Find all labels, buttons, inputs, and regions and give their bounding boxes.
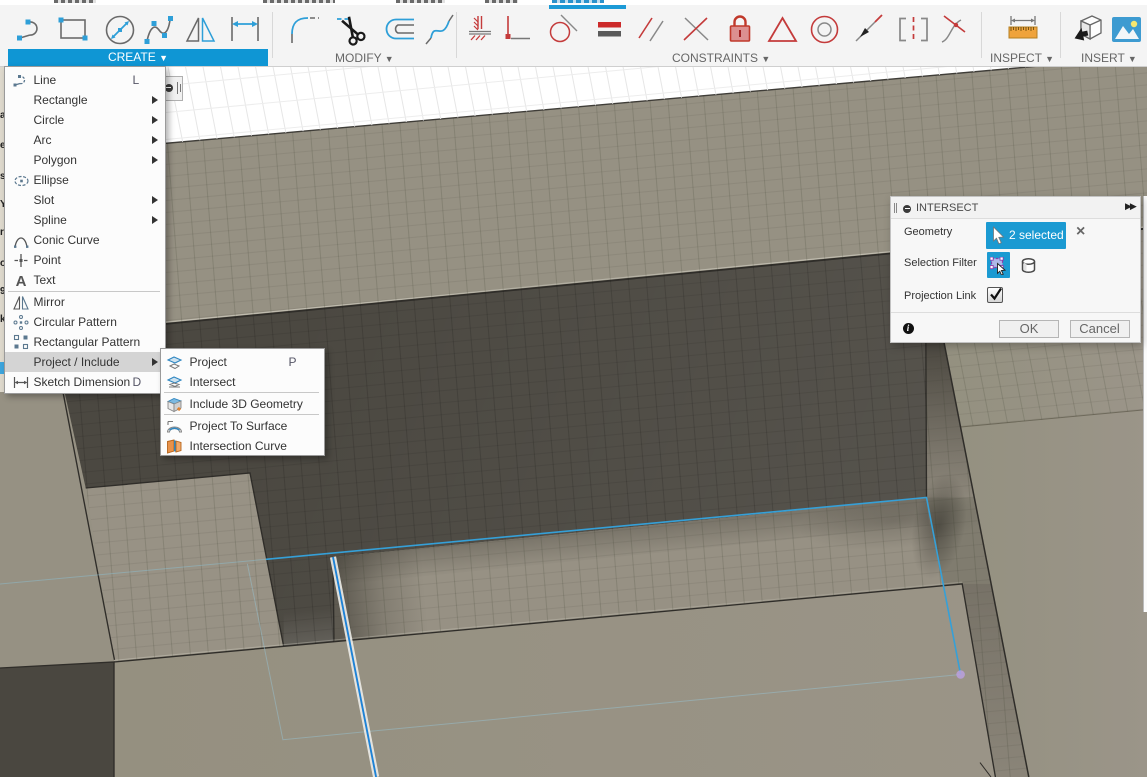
svg-text:A: A xyxy=(15,273,26,289)
